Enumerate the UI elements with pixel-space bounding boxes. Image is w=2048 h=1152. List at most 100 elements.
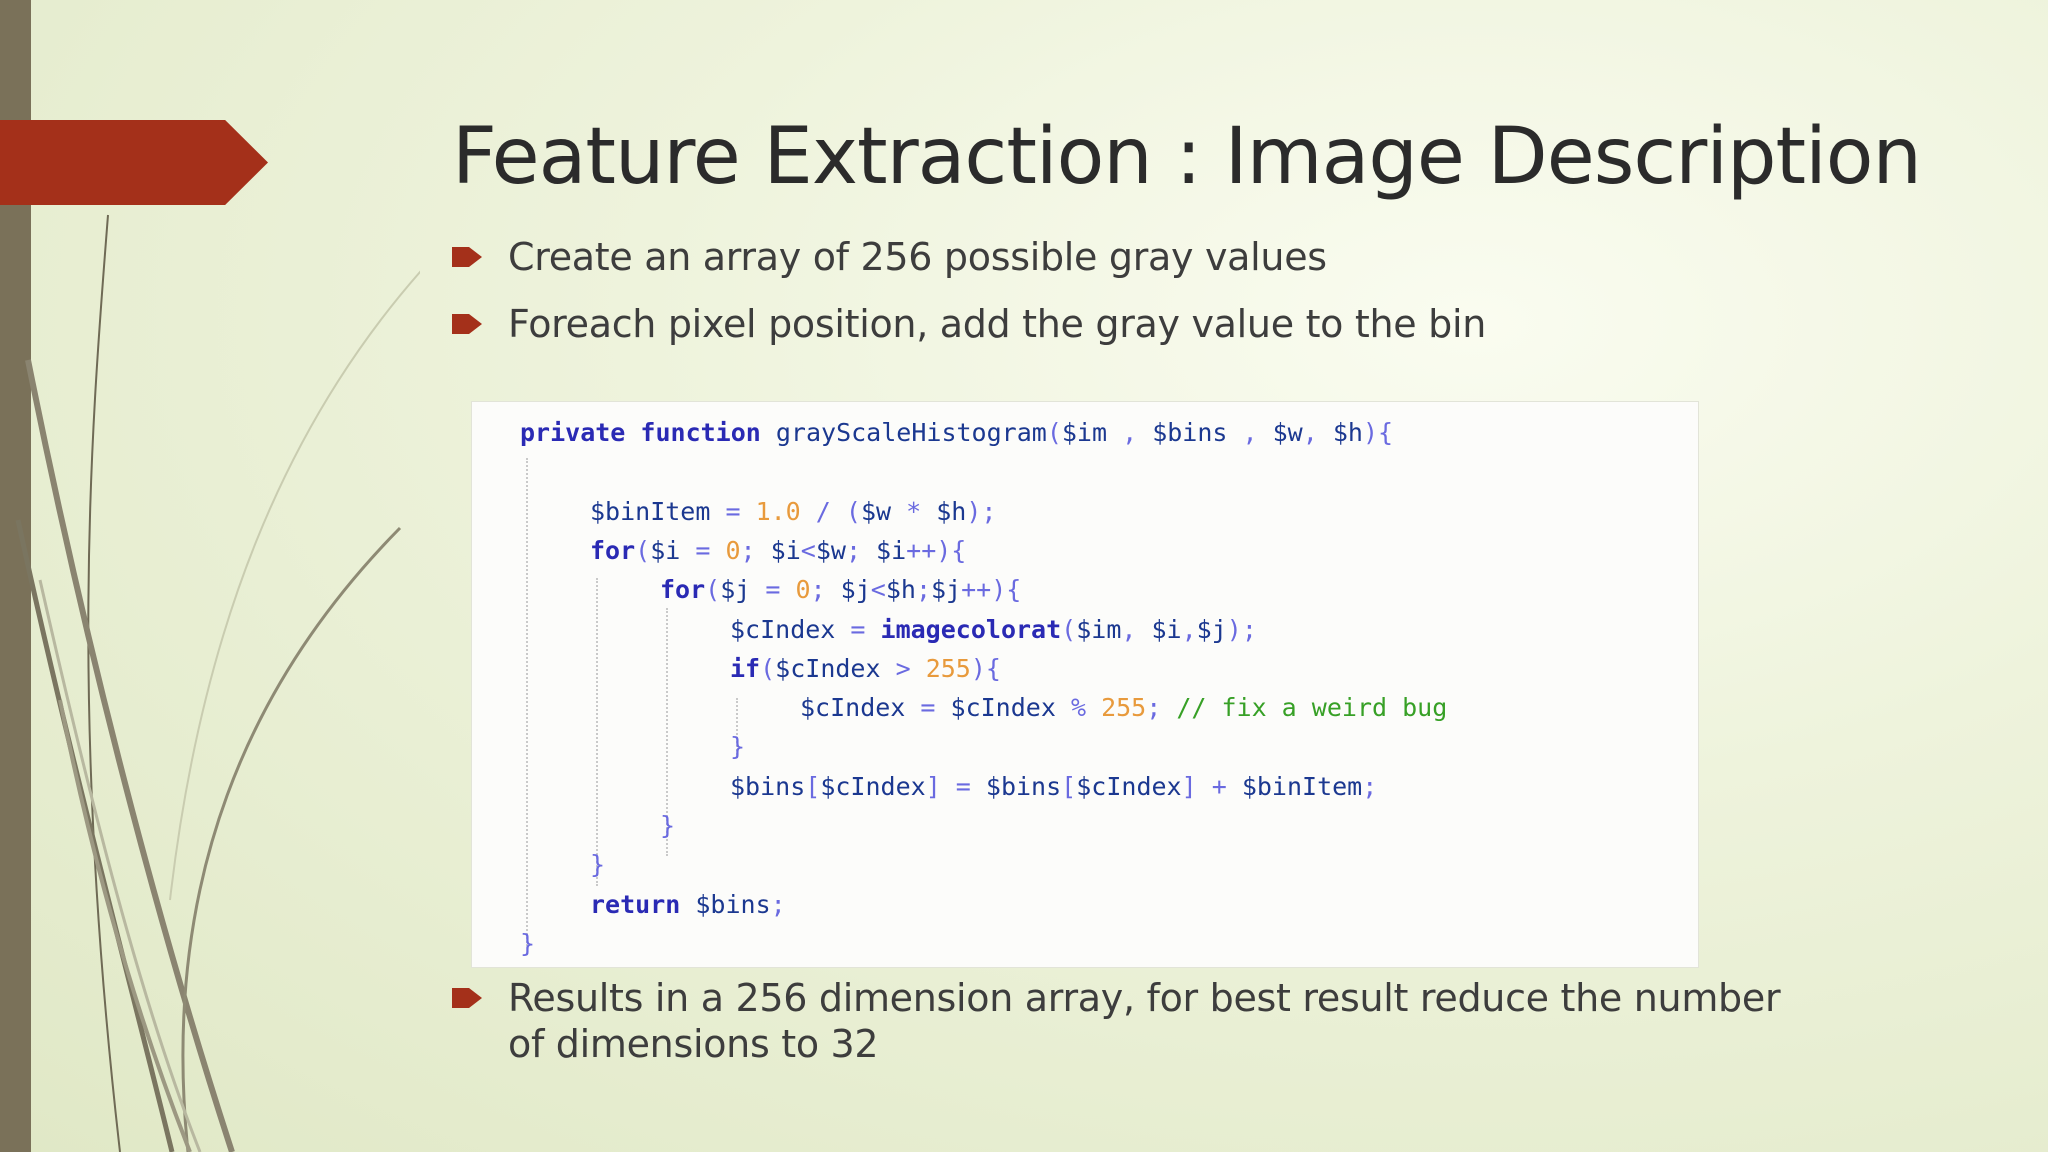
code-token: % [1070,693,1102,723]
code-token: ; [1362,771,1378,801]
red-arrow-bullet-icon [452,314,482,334]
code-line: $bins[$cIndex] = $bins[$cIndex] + $binIt… [730,772,1377,802]
code-line: for($i = 0; $i<$w; $i++){ [590,536,966,566]
red-arrow-banner [0,120,268,205]
code-token: $i [1151,614,1182,644]
code-token: } [660,811,676,840]
code-token: $binItem [590,496,726,526]
code-token: ; [915,575,931,605]
code-token: ( [1061,614,1077,644]
code-line: $cIndex = $cIndex % 255; // fix a weird … [800,693,1447,723]
code-token: ( [760,653,776,683]
code-token: $im [1061,418,1123,447]
code-line: if($cIndex > 255){ [730,654,1001,684]
code-token: ); [1226,614,1257,644]
bullet-item: Create an array of 256 possible gray val… [452,234,1812,280]
code-token: ; [1146,693,1177,723]
code-token: $cIndex [730,614,851,644]
code-token: = [920,693,951,723]
code-line: return $bins; [590,890,786,920]
red-arrow-bullet-icon [452,247,482,267]
code-token: < [870,575,886,605]
bullet-text: Results in a 256 dimension array, for be… [508,976,1781,1066]
code-token: for [660,575,706,605]
code-token: ); [966,496,997,526]
code-token: $h [885,575,916,605]
code-token: $cIndex [775,653,896,683]
code-token: $bins [730,771,806,801]
code-token: , [1242,418,1273,447]
code-token: $cIndex [1076,771,1182,801]
code-token: $im [1076,614,1122,644]
code-token: = [695,535,726,565]
code-token: // fix a weird bug [1176,693,1448,723]
code-token: ; [845,535,877,565]
code-line: $cIndex = imagecolorat($im, $i,$j); [730,615,1257,645]
code-token: $bins [985,771,1062,801]
code-token: , [1122,418,1153,447]
indent-guide [526,458,528,946]
code-snippet-image: private function grayScaleHistogram($im … [471,401,1699,968]
code-token: grayScaleHistogram [775,418,1047,447]
code-token: ( [1046,418,1062,447]
code-token: $w [1272,418,1303,447]
code-token: = [850,614,881,644]
bullet-item: Results in a 256 dimension array, for be… [452,975,1812,1067]
code-token: $bins [695,889,771,919]
code-token: ++){ [961,575,1022,605]
code-token: ( [705,575,721,605]
code-line: } [520,929,535,959]
code-token: ] = [925,771,986,801]
code-token: ; [740,535,771,565]
code-token: = [725,496,756,526]
code-line: private function grayScaleHistogram($im … [520,418,1393,448]
code-line: } [590,850,605,880]
code-token: ( [635,535,651,565]
code-token: $cIndex [800,693,921,723]
code-line: } [660,811,675,841]
code-token: ; [810,575,841,605]
code-token: 0 [725,535,741,565]
code-token: $w [815,535,846,565]
code-token: = [765,575,796,605]
code-token: $j [1196,614,1227,644]
code-token: 1.0 [755,496,816,526]
code-token: } [730,732,746,762]
code-token: / ( [815,496,861,526]
code-token: $cIndex [950,693,1071,723]
code-token: $h [936,496,967,526]
bullet-text: Foreach pixel position, add the gray val… [508,302,1487,346]
code-token: $binItem [1241,771,1363,801]
code-token: , [1302,418,1333,447]
code-token: , [1181,614,1197,644]
indent-guide [596,578,598,886]
code-token: for [590,535,636,565]
bullet-text: Create an array of 256 possible gray val… [508,235,1327,279]
code-token: 255 [1101,693,1147,723]
code-token: $j [720,575,766,605]
code-token: > [895,653,926,683]
code-token: ){ [970,653,1001,683]
code-token: 0 [795,575,811,605]
code-token: $cIndex [820,771,926,801]
bullet-item: Foreach pixel position, add the gray val… [452,301,1812,347]
code-token: $j [931,575,962,605]
code-token: } [590,850,606,880]
code-token: $j [840,575,871,605]
code-token: $bins [1152,418,1243,447]
code-token: $w [860,496,907,526]
code-token: $h [1332,418,1363,447]
code-token: return [590,889,696,919]
code-token: $i [770,535,801,565]
code-token: 255 [925,653,971,683]
code-token: ; [770,889,786,919]
code-token: * [906,496,937,526]
code-line: for($j = 0; $j<$h;$j++){ [660,575,1021,605]
code-token: imagecolorat [880,614,1062,644]
red-arrow-bullet-icon [452,988,482,1008]
code-token: $i [650,535,696,565]
code-token: } [520,928,536,958]
code-token: [ [805,771,821,801]
code-token: ] + [1181,771,1242,801]
code-line: $binItem = 1.0 / ($w * $h); [590,497,996,527]
